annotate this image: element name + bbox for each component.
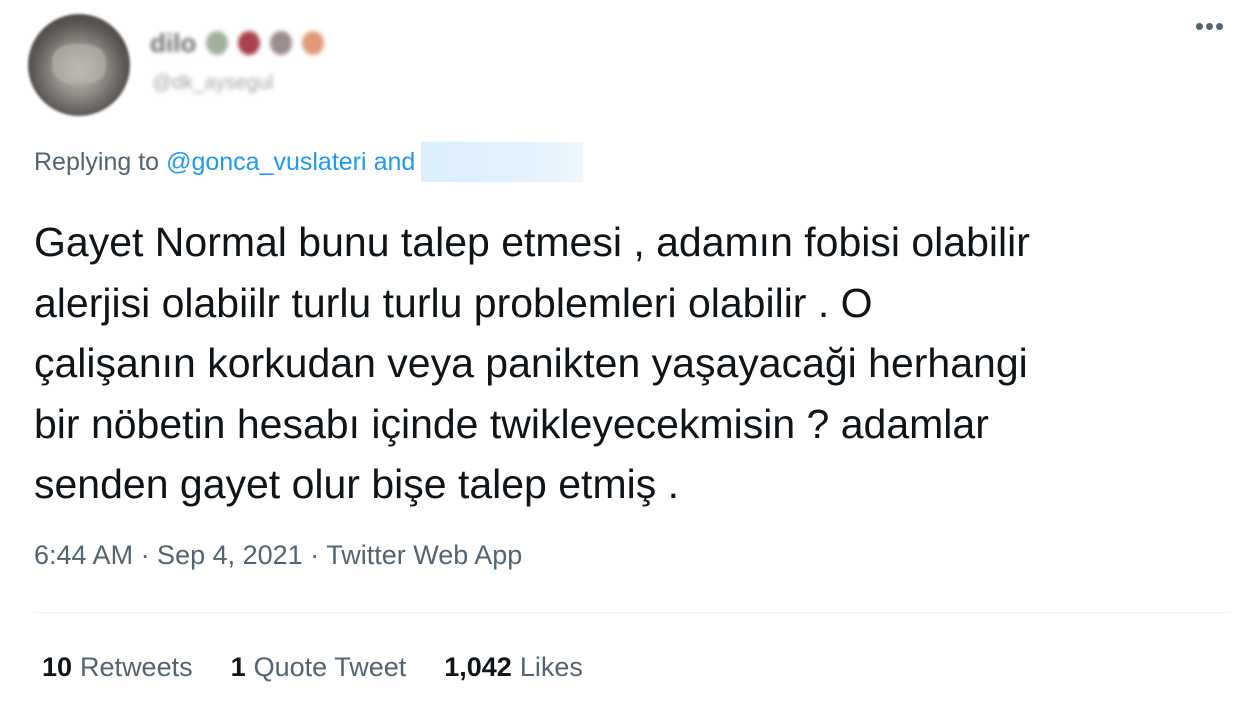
display-name-text: dilo — [150, 27, 197, 58]
tweet-text: Gayet Normal bunu talep etmesi , adamın … — [34, 219, 1030, 507]
divider — [34, 612, 1230, 613]
reply-and-others[interactable]: and — [374, 148, 416, 177]
likes-stat[interactable]: 1,042 Likes — [444, 652, 583, 683]
redacted-mention — [421, 142, 584, 182]
tweet-stats: 10 Retweets 1 Quote Tweet 1,042 Likes — [42, 652, 583, 683]
retweets-count: 10 — [42, 652, 73, 682]
replying-to: Replying to @gonca_vuslateri and — [34, 142, 584, 182]
user-handle[interactable]: @dk_aysegul — [152, 72, 273, 95]
likes-count: 1,042 — [444, 652, 512, 682]
likes-label: Likes — [519, 652, 583, 682]
tweet-timestamp[interactable]: 6:44 AM · Sep 4, 2021 · Twitter Web App — [34, 540, 522, 571]
tweet-card: dilo @dk_aysegul ••• Replying to @gonca_… — [0, 0, 1258, 710]
emoji-icon — [206, 31, 229, 55]
reply-mention-link[interactable]: @gonca_vuslateri — [166, 148, 367, 177]
emoji-icon — [238, 31, 261, 55]
avatar-image — [52, 44, 106, 84]
retweets-label: Retweets — [80, 652, 193, 682]
emoji-icon — [270, 31, 293, 55]
quotes-stat[interactable]: 1 Quote Tweet — [231, 652, 407, 683]
more-horizontal-icon[interactable]: ••• — [1192, 13, 1228, 46]
replying-prefix: Replying to — [34, 147, 160, 176]
display-name[interactable]: dilo — [150, 26, 325, 60]
quotes-count: 1 — [230, 652, 246, 682]
quotes-label: Quote Tweet — [253, 652, 407, 682]
emoji-icon — [302, 31, 325, 55]
retweets-stat[interactable]: 10 Retweets — [42, 652, 193, 683]
avatar[interactable] — [28, 14, 130, 116]
